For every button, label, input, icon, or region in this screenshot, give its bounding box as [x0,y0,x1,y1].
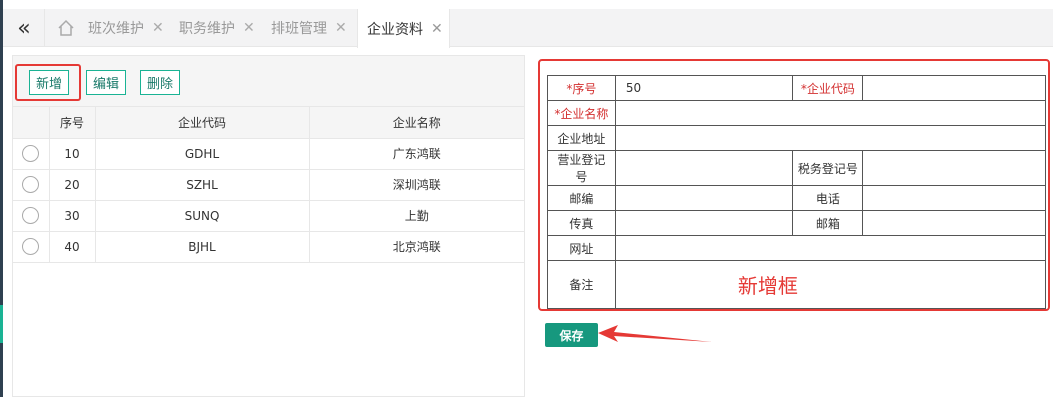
email-field[interactable] [862,210,1046,236]
company-name-label: *企业名称 [547,100,616,126]
row-select-cell[interactable] [13,169,50,201]
row-select-cell[interactable] [13,231,50,263]
seq-cell: 40 [49,231,96,263]
company-form: *序号 50 *企业代码 *企业名称 企业地址 营业登记号 税务登记号 邮编 电… [547,75,1047,309]
tab-label: 排班管理 [271,21,327,37]
sidebar-accent [0,305,3,343]
edit-button[interactable]: 编辑 [86,70,127,95]
tab-shift-maintenance[interactable]: 班次维护 ✕ [88,9,164,47]
company-name-field[interactable] [614,100,1047,126]
add-button[interactable]: 新增 [29,70,70,95]
form-row: *企业名称 [547,100,1047,126]
seq-cell: 30 [49,200,96,232]
company-code-field[interactable] [862,75,1046,101]
delete-button[interactable]: 删除 [140,70,181,95]
phone-label: 电话 [792,185,864,211]
close-icon[interactable]: ✕ [431,21,443,37]
code-cell: GDHL [95,138,310,170]
tax-reg-label: 税务登记号 [792,150,864,186]
save-button[interactable]: 保存 [545,323,598,347]
close-icon[interactable]: ✕ [243,20,255,36]
form-row: 企业地址 [547,125,1047,151]
table-row[interactable]: 40 BJHL 北京鸿联 [13,231,524,263]
remark-label: 备注 [547,260,616,309]
code-cell: SUNQ [95,200,310,232]
radio-icon[interactable] [22,145,40,162]
website-label: 网址 [547,235,616,261]
tab-position-maintenance[interactable]: 职务维护 ✕ [179,9,255,47]
website-field[interactable] [614,235,1047,261]
form-row: 营业登记号 税务登记号 [547,150,1046,186]
name-cell: 上勤 [309,200,524,232]
left-sidebar-strip [0,0,3,397]
company-address-label: 企业地址 [547,125,616,151]
seq-cell: 10 [49,138,96,170]
tab-label: 企业资料 [367,21,423,38]
list-toolbar: 新增 编辑 删除 [13,56,524,107]
column-header-seq[interactable]: 序号 [49,107,96,139]
close-icon[interactable]: ✕ [152,20,164,36]
company-table: 序号 企业代码 企业名称 10 GDHL 广东鸿联 20 SZHL 深圳鸿联 3… [13,107,524,263]
form-row: 备注 新增框 [547,260,1047,309]
close-icon[interactable]: ✕ [335,20,347,36]
tab-schedule-management[interactable]: 排班管理 ✕ [271,9,347,47]
code-cell: BJHL [95,231,310,263]
name-cell: 北京鸿联 [309,231,524,263]
home-icon [58,19,74,36]
table-row[interactable]: 30 SUNQ 上勤 [13,200,524,232]
fax-label: 传真 [547,210,616,236]
form-row: *序号 50 *企业代码 [547,75,1046,101]
company-list-panel: 新增 编辑 删除 序号 企业代码 企业名称 10 GDHL 广东鸿联 20 SZ… [12,55,525,397]
name-cell: 广东鸿联 [309,138,524,170]
select-column-header [13,107,50,139]
name-cell: 深圳鸿联 [309,169,524,201]
tab-separator [44,9,45,47]
tab-bar: « 班次维护 ✕ 职务维护 ✕ 排班管理 ✕ 企业资料 ✕ [3,9,1053,48]
form-row: 传真 邮箱 [547,210,1046,236]
radio-icon[interactable] [22,176,40,193]
radio-icon[interactable] [22,238,40,255]
seq-field[interactable]: 50 [614,75,794,101]
tab-label: 班次维护 [88,21,144,37]
seq-cell: 20 [49,169,96,201]
phone-field[interactable] [862,185,1046,211]
tab-company-info[interactable]: 企业资料 ✕ [357,9,450,48]
table-row[interactable]: 10 GDHL 广东鸿联 [13,138,524,170]
code-cell: SZHL [95,169,310,201]
tab-label: 职务维护 [179,21,235,37]
business-reg-label: 营业登记号 [547,150,616,186]
company-address-field[interactable] [614,125,1047,151]
arrow-annotation-icon [598,325,712,342]
remark-field[interactable]: 新增框 [614,260,1047,309]
row-select-cell[interactable] [13,138,50,170]
form-row: 网址 [547,235,1047,261]
tab-home[interactable] [47,9,85,47]
postcode-label: 邮编 [547,185,616,211]
tax-reg-field[interactable] [862,150,1046,186]
column-header-code[interactable]: 企业代码 [95,107,310,139]
business-reg-field[interactable] [614,150,794,186]
form-row: 邮编 电话 [547,185,1046,211]
fax-field[interactable] [614,210,794,236]
table-row[interactable]: 20 SZHL 深圳鸿联 [13,169,524,201]
add-form-annotation: 新增框 [737,274,798,298]
table-header-row: 序号 企业代码 企业名称 [13,107,524,139]
radio-icon[interactable] [22,207,40,224]
column-header-name[interactable]: 企业名称 [309,107,524,139]
double-chevron-left-icon[interactable]: « [7,9,41,47]
postcode-field[interactable] [614,185,794,211]
email-label: 邮箱 [792,210,864,236]
seq-label: *序号 [547,75,616,101]
row-select-cell[interactable] [13,200,50,232]
company-code-label: *企业代码 [792,75,864,101]
